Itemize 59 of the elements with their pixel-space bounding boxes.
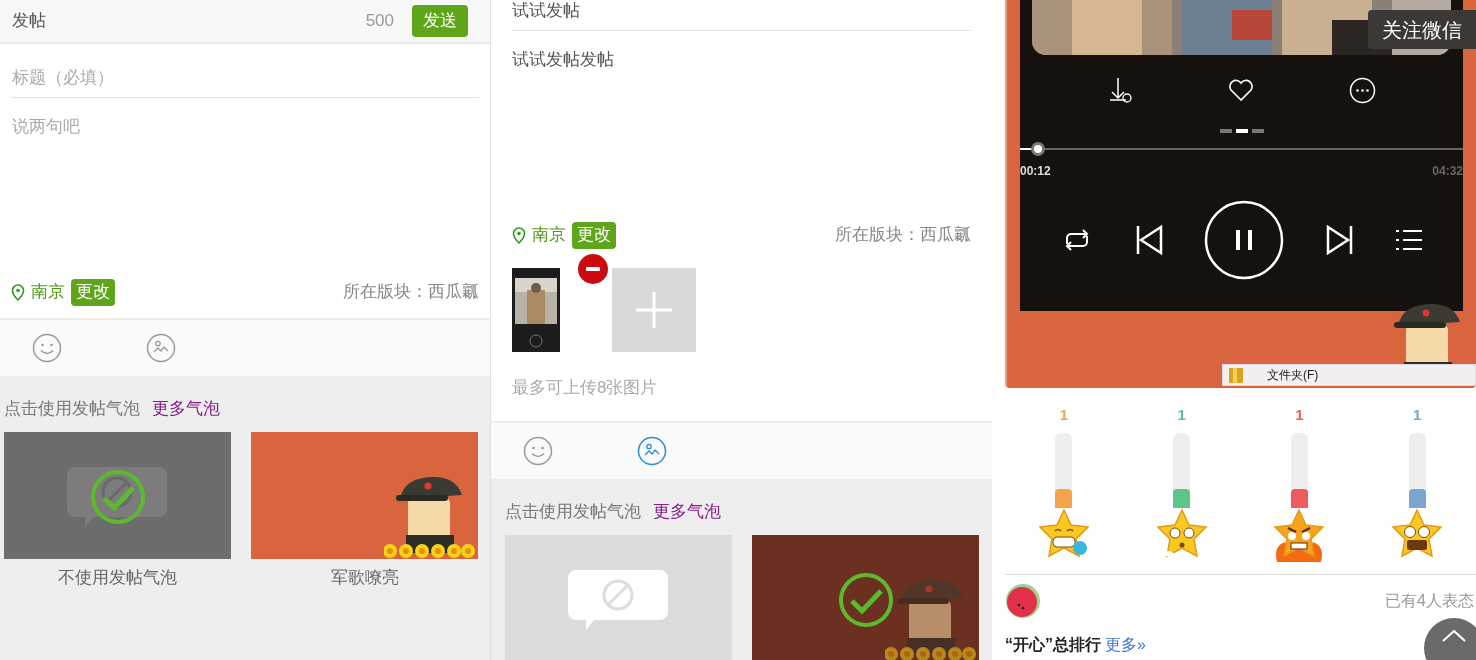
playlist-icon[interactable]	[1396, 229, 1423, 251]
reaction-summary: 已有4人表态	[1385, 590, 1474, 611]
change-button[interactable]: 更改	[572, 221, 616, 249]
bubble-option[interactable]	[752, 534, 979, 660]
bubble-hint: 点击使用发帖气泡	[4, 398, 140, 421]
total-time: 04:32	[1432, 163, 1463, 180]
location-pin-icon	[11, 283, 25, 301]
more-bubbles-link[interactable]: 更多气泡	[653, 498, 721, 525]
emoji-button[interactable]	[523, 435, 553, 466]
remove-button[interactable]	[578, 254, 608, 284]
check-icon	[838, 571, 894, 628]
no-bubble-icon	[568, 569, 668, 632]
bubble-label: 军歌嘹亮	[330, 567, 399, 589]
bubble-option[interactable]	[251, 432, 478, 559]
change-button[interactable]: 更改	[71, 278, 115, 306]
upload-limit-hint: 最多可上传8张图片	[512, 377, 659, 399]
check-icon	[90, 469, 146, 525]
image-button[interactable]	[146, 333, 176, 363]
reaction-count: 1	[1059, 405, 1069, 425]
progress-track[interactable]	[1020, 142, 1463, 156]
location-pin-icon	[512, 226, 526, 244]
emoji-button[interactable]	[32, 333, 62, 363]
bubble-hint: 点击使用发帖气泡	[505, 500, 641, 523]
title-field[interactable]: 试试发帖	[512, 0, 971, 31]
tooltip-label: 文件夹(F)	[1267, 367, 1319, 384]
board-label: 所在版块：西瓜瓤	[835, 224, 971, 247]
reaction-count: 1	[1295, 405, 1304, 425]
previous-icon[interactable]	[1134, 224, 1163, 256]
download-icon[interactable]	[1107, 76, 1134, 104]
elapsed-time: 00:12	[1020, 163, 1051, 180]
next-icon[interactable]	[1326, 224, 1355, 256]
progress-thumb[interactable]	[1030, 142, 1045, 156]
send-button[interactable]: 发送	[412, 5, 468, 37]
follow-badge[interactable]: 关注微信	[1368, 10, 1476, 49]
body-field[interactable]: 试试发帖发帖	[512, 31, 971, 221]
reaction-count: 1	[1412, 405, 1422, 425]
angry-star-icon	[1271, 507, 1328, 564]
city-label: 南京	[532, 224, 566, 247]
board-label: 所在版块：西瓜瓤	[343, 281, 479, 304]
page-title: 发帖	[12, 10, 46, 33]
image-button[interactable]	[637, 435, 667, 466]
body-field[interactable]: 说两句吧	[11, 98, 479, 278]
ranking-title: “开心”总排行	[1005, 634, 1101, 655]
avatar[interactable]	[1005, 582, 1041, 619]
heart-icon[interactable]	[1228, 78, 1254, 102]
more-link[interactable]: 更多»	[1105, 632, 1146, 657]
chevron-up-icon	[1442, 630, 1466, 642]
no-bubble-icon	[67, 467, 167, 529]
folder-icon	[1229, 367, 1243, 383]
pause-button[interactable]	[1204, 200, 1285, 280]
bubble-label: 不使用发帖气泡	[58, 567, 177, 589]
title-field[interactable]: 标题（必填）	[11, 64, 479, 98]
reaction-count: 1	[1177, 405, 1186, 425]
minus-icon	[586, 267, 600, 271]
char-counter: 500	[365, 10, 394, 33]
more-bubbles-link[interactable]: 更多气泡	[152, 396, 220, 422]
more-icon[interactable]	[1348, 76, 1376, 104]
city-label: 南京	[31, 281, 65, 304]
plus-icon	[636, 292, 672, 328]
